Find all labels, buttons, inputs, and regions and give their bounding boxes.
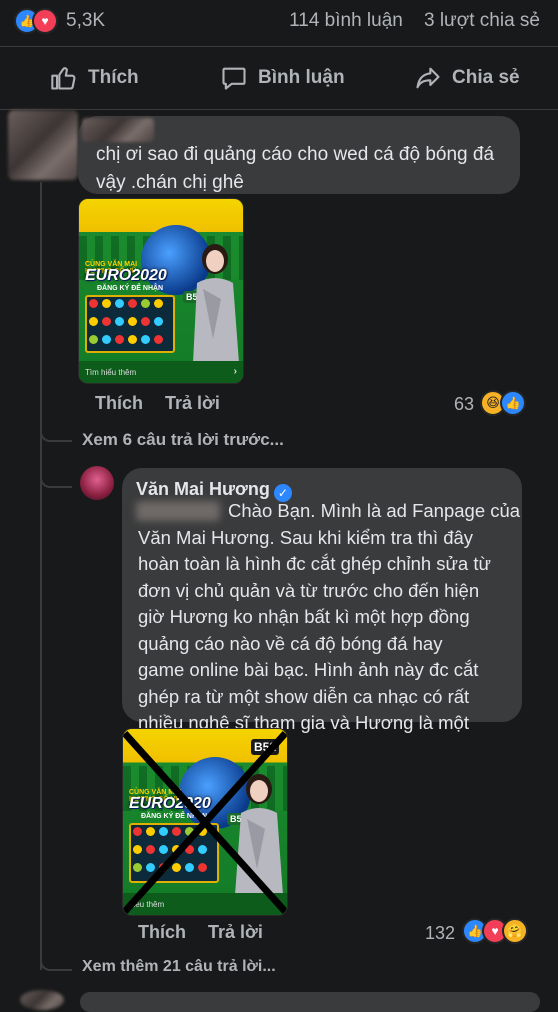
comment-like-action[interactable]: Thích — [95, 393, 143, 414]
thread-line — [40, 182, 42, 970]
page-avatar[interactable] — [80, 466, 114, 500]
reply-text-line: Văn Mai Hương. Sau khi kiểm tra thì đây — [138, 526, 474, 548]
author-name-text[interactable]: Văn Mai Hương — [136, 479, 270, 499]
love-reaction-icon: ♥ — [32, 8, 58, 34]
share-arrow-icon — [416, 67, 440, 89]
thread-connector — [40, 414, 72, 442]
post-comment-share-counts[interactable]: 114 bình luận 3 lượt chia sẻ — [289, 10, 540, 32]
care-reaction-icon: 🤗 — [502, 918, 528, 944]
thread-connector — [40, 955, 72, 971]
view-previous-replies-link[interactable]: Xem 6 câu trả lời trước... — [82, 430, 284, 450]
reply-reply-action[interactable]: Trả lời — [208, 922, 263, 943]
post-stats-row: 👍 ♥ 5,3K 114 bình luận 3 lượt chia sẻ — [0, 0, 558, 44]
view-more-replies-link[interactable]: Xem thêm 21 câu trả lời... — [82, 958, 276, 976]
comment-attached-image[interactable]: CÙNG VĂN MAI HƯƠNG CỔ VŨ EURO2020 ĐĂNG K… — [78, 198, 244, 384]
comment-bubble-icon — [222, 67, 246, 90]
share-count[interactable]: 3 lượt chia sẻ — [424, 10, 540, 31]
post-action-bar: Thích Bình luận Chia sẻ — [0, 46, 558, 110]
like-reaction-icon: 👍 — [500, 390, 526, 416]
reply-bubble[interactable]: Văn Mai Hương ✓ Chào Bạn. Mình là ad Fanp… — [122, 468, 522, 760]
comment-bubble[interactable]: chị ơi sao đi quảng cáo cho wed cá độ bó… — [78, 116, 520, 194]
reply-text: Chào Bạn. Mình là ad Fanpage của Văn Mai… — [138, 498, 522, 763]
reply-like-action[interactable]: Thích — [138, 922, 186, 943]
commenter-avatar-blurred[interactable] — [8, 110, 78, 180]
slot-machine-graphic — [85, 295, 175, 353]
thumbs-up-icon — [51, 67, 76, 90]
reply-text-line: giờ Hương ko nhận bất kì một hợp đồng — [138, 606, 470, 627]
ad-footer-bar[interactable]: hiểu thêm — [123, 893, 287, 915]
reply-text-line: game online bài bạc. Hình ảnh này đc cắt — [138, 659, 479, 680]
reply-text-line: đơn vị chủ quản và từ trước cho đến hiện — [138, 579, 480, 601]
comment-text-line: vậy .chán chị ghê — [96, 172, 244, 193]
share-button-label: Chia sẻ — [452, 67, 520, 88]
ad-register-text: ĐĂNG KÝ ĐỂ NHẬN — [97, 285, 164, 292]
reply-text-line: ghép ra từ một show diễn ca nhạc có rất — [138, 685, 470, 707]
reply-text-line: Chào Bạn. Mình là ad Fanpage của — [228, 500, 521, 521]
next-commenter-avatar[interactable] — [20, 990, 64, 1010]
reply-reaction-count[interactable]: 132 — [425, 923, 455, 944]
learn-more-link[interactable]: Tìm hiểu thêm — [85, 368, 136, 377]
comment-text: chị ơi sao đi quảng cáo cho wed cá độ bó… — [96, 141, 516, 197]
comment-text-line: chị ơi sao đi quảng cáo cho wed cá độ bó… — [96, 144, 495, 165]
reply-attached-image[interactable]: B52 CÙNG VĂN MAI HƯƠNG CỔ VŨ EURO2020 ĐĂ… — [122, 728, 288, 916]
comment-count[interactable]: 114 bình luận — [289, 10, 403, 31]
woman-photo-graphic — [193, 244, 239, 363]
like-button[interactable]: Thích — [50, 61, 139, 95]
reply-reaction-icons[interactable]: 👍 ♥ 🤗 — [462, 918, 532, 944]
chevron-right-icon: › — [233, 366, 237, 377]
reply-text-line: hoàn toàn là hình đc cắt ghép chỉnh sửa … — [138, 553, 491, 574]
comment-button-label: Bình luận — [258, 67, 345, 88]
ad-image-crossed: B52 CÙNG VĂN MAI HƯƠNG CỔ VŨ EURO2020 ĐĂ… — [123, 729, 287, 915]
comment-reply-action[interactable]: Trả lời — [165, 393, 220, 414]
comment-button[interactable]: Bình luận — [220, 61, 345, 95]
thread-connector — [40, 470, 72, 488]
ad-footer-bar[interactable]: Tìm hiểu thêm › — [79, 361, 243, 383]
comment-reaction-icons[interactable]: 😆 👍 — [480, 390, 526, 416]
commenter-name-blurred[interactable] — [82, 118, 154, 142]
comment-reaction-count[interactable]: 63 — [454, 394, 474, 415]
ad-title: EURO2020 — [85, 267, 167, 284]
next-comment-bubble[interactable] — [80, 992, 540, 1012]
like-button-label: Thích — [88, 67, 139, 88]
ad-image: CÙNG VĂN MAI HƯƠNG CỔ VŨ EURO2020 ĐĂNG K… — [79, 199, 243, 383]
reply-text-line: quảng cáo nào về cá độ bóng đá hay — [138, 632, 443, 654]
share-button[interactable]: Chia sẻ — [414, 61, 520, 95]
post-reaction-count[interactable]: 5,3K — [66, 10, 105, 32]
